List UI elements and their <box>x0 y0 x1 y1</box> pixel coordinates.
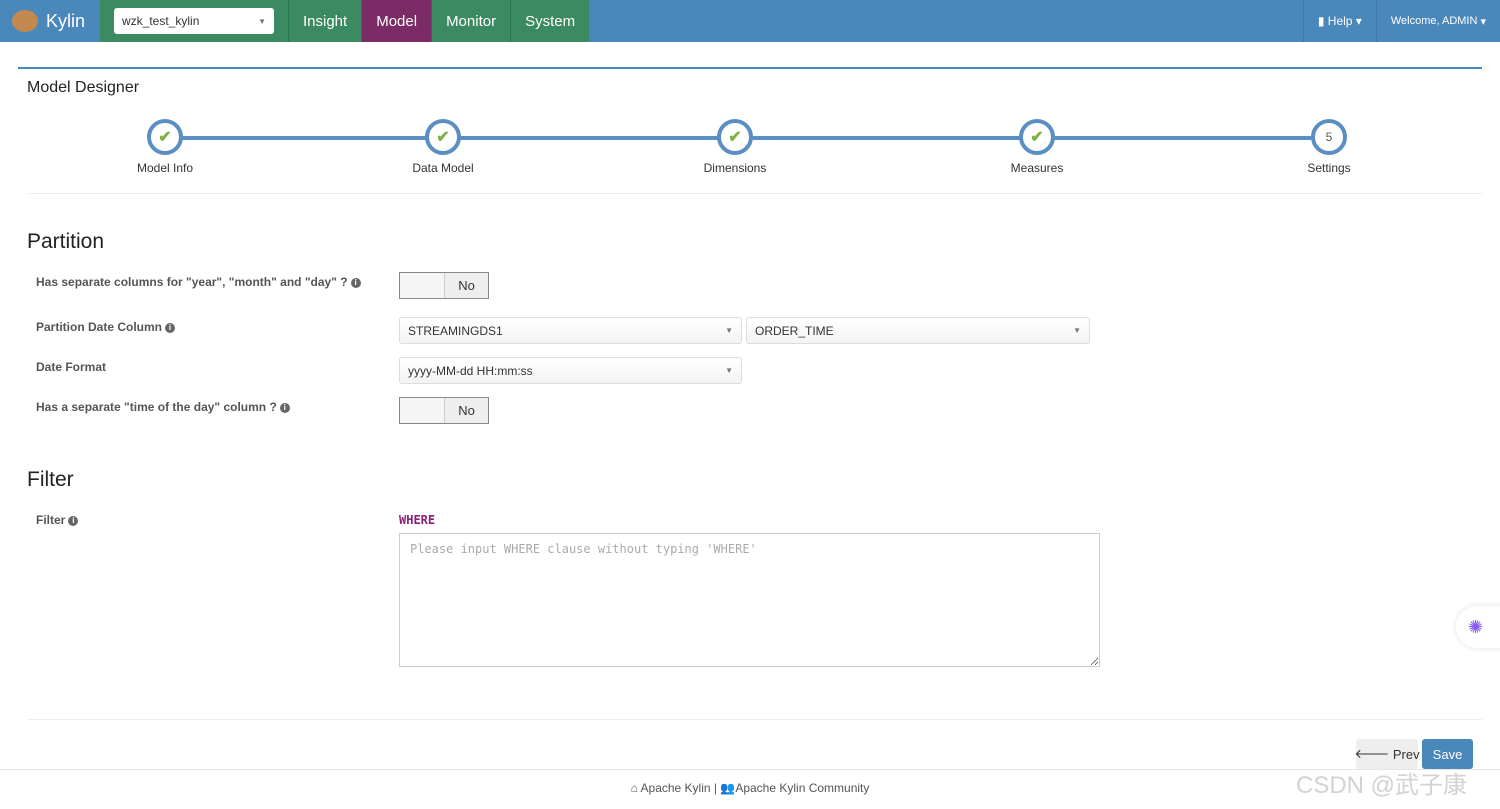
select-value: ORDER_TIME <box>755 323 834 338</box>
chevron-down-icon: ▼ <box>725 366 733 375</box>
step-settings[interactable]: 5 Settings <box>1259 119 1399 175</box>
welcome-label: Welcome, ADMIN <box>1390 15 1478 27</box>
separate-columns-label: Has separate columns for "year", "month"… <box>36 275 361 289</box>
caret-down-icon: ▾ <box>1352 14 1362 28</box>
page-title: Model Designer <box>27 79 140 96</box>
community-link[interactable]: Apache Kylin Community <box>735 781 869 795</box>
check-icon: ✔ <box>425 119 461 155</box>
step-data-model[interactable]: ✔ Data Model <box>373 119 513 175</box>
caret-down-icon: ▾ <box>1477 15 1486 28</box>
time-column-label: Has a separate "time of the day" column … <box>36 400 290 414</box>
step-label: Settings <box>1307 161 1351 175</box>
label-text: Has separate columns for "year", "month"… <box>36 275 348 289</box>
filter-label: Filter i <box>36 513 79 527</box>
label-text: Partition Date Column <box>36 320 163 334</box>
wizard-steps: ✔ Model Info ✔ Data Model ✔ Dimensions ✔ Mea… <box>18 119 1482 199</box>
step-model-info[interactable]: ✔ Model Info <box>95 119 235 175</box>
partition-column-select[interactable]: ORDER_TIME ▼ <box>746 317 1090 344</box>
toggle-value: No <box>445 398 488 423</box>
check-icon: ✔ <box>1019 119 1055 155</box>
select-value: yyyy-MM-dd HH:mm:ss <box>408 363 533 378</box>
where-keyword: WHERE <box>399 513 436 527</box>
filter-textarea[interactable] <box>399 533 1100 667</box>
tab-monitor[interactable]: Monitor <box>431 0 511 42</box>
help-label: Help <box>1327 14 1353 28</box>
prev-label: Prev <box>1392 746 1420 762</box>
divider <box>28 719 1482 720</box>
check-icon: ✔ <box>717 119 753 155</box>
model-designer-panel: Model Designer ✔ Model Info ✔ Data Model ✔… <box>18 67 1482 769</box>
footer: ⌂ Apache Kylin | 👥Apache Kylin Community <box>0 769 1500 809</box>
project-select[interactable]: wzk_test_kylin ▼ <box>114 8 274 34</box>
label-text: Filter <box>36 513 66 527</box>
help-menu[interactable]: ▮ Help ▾ <box>1302 0 1376 42</box>
tab-insight[interactable]: Insight <box>288 0 362 42</box>
users-icon: 👥 <box>720 781 736 795</box>
step-number: 5 <box>1311 119 1347 155</box>
info-icon[interactable]: i <box>68 515 79 526</box>
user-menu[interactable]: Welcome, ADMIN ▾ <box>1375 0 1500 42</box>
apache-kylin-link[interactable]: Apache Kylin <box>641 781 711 795</box>
footer-separator: | <box>713 781 718 795</box>
kylin-logo-icon <box>12 10 38 32</box>
brand[interactable]: Kylin <box>0 0 100 42</box>
brand-name: Kylin <box>46 10 86 31</box>
step-dimensions[interactable]: ✔ Dimensions <box>665 119 805 175</box>
top-navbar: Kylin wzk_test_kylin ▼ Insight Model Moni… <box>0 0 1500 42</box>
book-icon: ▮ <box>1317 14 1328 28</box>
chevron-down-icon: ▼ <box>258 16 266 26</box>
info-icon[interactable]: i <box>350 277 361 288</box>
info-icon[interactable]: i <box>165 322 176 333</box>
check-icon: ✔ <box>147 119 183 155</box>
brain-icon: ✺ <box>1468 616 1484 637</box>
floating-assistant-button[interactable]: ✺ <box>1456 606 1500 648</box>
step-label: Measures <box>1010 161 1064 175</box>
separate-columns-toggle[interactable]: No <box>399 272 489 299</box>
step-measures[interactable]: ✔ Measures <box>967 119 1107 175</box>
step-label: Model Info <box>136 161 194 175</box>
chevron-down-icon: ▼ <box>1073 326 1081 335</box>
filter-heading: Filter <box>27 468 74 491</box>
arrow-left-icon: 🡐 <box>1354 746 1393 761</box>
partition-heading: Partition <box>27 230 105 253</box>
toggle-value: No <box>445 273 488 298</box>
save-button[interactable]: Save <box>1422 739 1473 769</box>
partition-table-select[interactable]: STREAMINGDS1 ▼ <box>399 317 742 344</box>
tab-system[interactable]: System <box>510 0 590 42</box>
step-label: Dimensions <box>703 161 767 175</box>
label-text: Has a separate "time of the day" column … <box>36 400 277 414</box>
divider <box>28 193 1482 194</box>
prev-button[interactable]: 🡐 Prev <box>1354 739 1420 769</box>
project-value: wzk_test_kylin <box>122 14 200 28</box>
time-column-toggle[interactable]: No <box>399 397 489 424</box>
date-format-select[interactable]: yyyy-MM-dd HH:mm:ss ▼ <box>399 357 742 384</box>
date-format-label: Date Format <box>36 360 107 374</box>
home-icon: ⌂ <box>630 781 641 795</box>
select-value: STREAMINGDS1 <box>408 323 503 338</box>
chevron-down-icon: ▼ <box>725 326 733 335</box>
step-label: Data Model <box>412 161 474 175</box>
partition-date-column-label: Partition Date Column i <box>36 320 176 334</box>
info-icon[interactable]: i <box>279 402 290 413</box>
tab-model[interactable]: Model <box>361 0 432 42</box>
